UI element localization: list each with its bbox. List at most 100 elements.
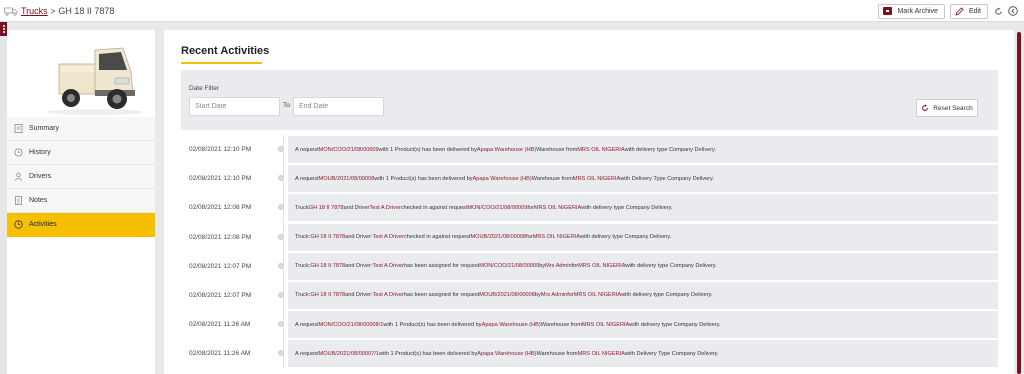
activity-link[interactable]: MON/COO/21/08/00008/1 bbox=[319, 322, 384, 328]
activity-text: Truck: bbox=[295, 263, 311, 270]
activity-link[interactable]: GH 18 II 7878 bbox=[309, 205, 344, 211]
activity-link[interactable]: Test A Driver bbox=[373, 234, 404, 240]
activity-link[interactable]: MRS OIL NIGERIA bbox=[578, 263, 625, 269]
scrollbar[interactable] bbox=[1014, 30, 1024, 374]
activity-link[interactable]: MRS OIL NIGERIA bbox=[533, 234, 580, 240]
menu-dot-icon bbox=[2, 28, 5, 30]
activity-link[interactable]: MRS OIL NIGERIA bbox=[582, 322, 629, 328]
toolbar: Mark Archive Edit bbox=[878, 3, 1018, 19]
sidebar-item-label: History bbox=[29, 149, 51, 156]
breadcrumb-trucks-link[interactable]: Trucks bbox=[21, 6, 48, 16]
sidebar-item-notes[interactable]: Notes bbox=[7, 189, 155, 213]
activity-icon bbox=[13, 220, 23, 230]
activity-link[interactable]: MRS OIL NIGERIA bbox=[574, 292, 621, 298]
activity-link[interactable]: GH 18 II 7878 bbox=[310, 234, 345, 240]
activity-link[interactable]: MOUB/2021/08/00008 bbox=[470, 234, 526, 240]
sidebar-item-drivers[interactable]: Drivers bbox=[7, 165, 155, 189]
sidebar-item-label: Activities bbox=[29, 221, 57, 228]
sidebar-item-history[interactable]: History bbox=[7, 141, 155, 165]
activity-text: A request bbox=[295, 321, 319, 328]
breadcrumb-separator: > bbox=[50, 6, 56, 16]
activity-description: Truck: GH 18 II 7878 and Driver: Test A … bbox=[288, 223, 998, 251]
back-button[interactable] bbox=[1008, 6, 1018, 16]
scrollbar-thumb[interactable] bbox=[1017, 32, 1021, 374]
sidebar-item-activities[interactable]: Activities bbox=[7, 213, 155, 237]
activity-text: checked in against request bbox=[403, 234, 471, 241]
date-filter-box: Date Filter Start Date To End Date Reset… bbox=[181, 70, 998, 130]
activity-text: checked in against request bbox=[400, 204, 468, 211]
timeline-dot-icon bbox=[278, 262, 284, 269]
activity-link[interactable]: MRS OIL NIGERIA bbox=[534, 205, 581, 211]
activity-row: 02/08/2021 11:26 AM A request MON/COO/21/… bbox=[181, 310, 998, 340]
activity-row: 02/08/2021 11:26 AM A request MOUB/2021/0… bbox=[181, 339, 998, 369]
refresh-button[interactable] bbox=[993, 6, 1003, 16]
refresh-icon bbox=[994, 6, 1002, 15]
sidebar-item-summary[interactable]: Summary bbox=[7, 117, 155, 141]
activity-link[interactable]: Test A Driver bbox=[373, 292, 404, 298]
activity-link[interactable]: MRS OIL NIGERIA bbox=[577, 147, 624, 153]
end-date-input[interactable]: End Date bbox=[293, 97, 384, 116]
driver-icon bbox=[13, 172, 23, 182]
activity-link[interactable]: Apapa Warehouse (HB) bbox=[477, 147, 536, 153]
activity-text: Truck: bbox=[295, 234, 311, 241]
activity-date: 02/08/2021 12:07 PM bbox=[189, 262, 252, 270]
activity-text: with 1 Product(s) has been delivered by bbox=[378, 350, 478, 357]
truck-icon bbox=[4, 7, 18, 16]
start-date-input[interactable]: Start Date bbox=[189, 97, 280, 116]
activity-text: and Driver bbox=[343, 204, 370, 211]
mark-archive-button[interactable]: Mark Archive bbox=[878, 3, 945, 19]
timeline-dot-icon bbox=[278, 146, 284, 152]
activity-text: Warehouse from bbox=[540, 321, 582, 328]
main-panel: Recent Activities Date Filter Start Date… bbox=[164, 30, 1014, 374]
activity-link[interactable]: MRS OIL NIGERIA bbox=[573, 176, 620, 182]
top-bar: Trucks > GH 18 II 7878 Mark Archive Edit bbox=[0, 0, 1024, 22]
activity-row: 02/08/2021 12:10 PM A request MOUB/2021/0… bbox=[181, 164, 998, 194]
activity-text: Warehouse from bbox=[536, 146, 578, 153]
edit-button[interactable]: Edit bbox=[949, 3, 988, 19]
activity-link[interactable]: MOUB/2021/08/00008 bbox=[319, 176, 375, 182]
activity-text: with delivery type Company Delivery. bbox=[621, 292, 713, 299]
activity-link[interactable]: Apapa Warehouse (HB) bbox=[473, 176, 532, 182]
activity-link[interactable]: Test A Driver bbox=[369, 205, 400, 211]
activity-date: 02/08/2021 11:26 AM bbox=[189, 350, 251, 358]
activity-link[interactable]: MON/COO/21/08/00009 bbox=[467, 205, 527, 211]
activity-link[interactable]: MOUB/2021/08/00007/1 bbox=[319, 351, 379, 357]
left-strip bbox=[0, 22, 7, 374]
activity-link[interactable]: Test A Driver bbox=[373, 263, 404, 269]
activity-link[interactable]: Mrs Admin bbox=[545, 263, 571, 269]
summary-icon bbox=[13, 124, 23, 134]
activity-link[interactable]: MRS OIL NIGERIA bbox=[578, 351, 625, 357]
activity-link[interactable]: Mrs Admin bbox=[541, 292, 567, 298]
activity-text: A request bbox=[295, 350, 319, 357]
activity-date: 02/08/2021 12:10 PM bbox=[189, 146, 252, 153]
activity-link[interactable]: Apapa Warehouse (HB) bbox=[482, 322, 541, 328]
activity-description: Truck GH 18 II 7878 and Driver Test A Dr… bbox=[288, 194, 998, 222]
activity-description: A request MOUB/2021/08/00008 with 1 Prod… bbox=[288, 165, 998, 193]
activity-row: 02/08/2021 12:10 PM A request MON/COO/21/… bbox=[181, 135, 998, 164]
activity-date: 02/08/2021 12:08 PM bbox=[189, 204, 252, 212]
activity-link[interactable]: GH 18 II 7878 bbox=[310, 263, 345, 269]
activity-text: with delivery type Company Delivery. bbox=[625, 263, 717, 270]
activity-text: with 1 Product(s) has been delivered by bbox=[374, 175, 473, 182]
menu-toggle-button[interactable] bbox=[0, 22, 7, 36]
activity-text: has been assigned for request bbox=[403, 292, 480, 299]
activity-link[interactable]: Apapa Warehouse (HB) bbox=[477, 351, 536, 357]
activity-text: with Delivery Type Company Delivery. bbox=[624, 350, 719, 357]
activity-text: Warehouse from bbox=[531, 175, 573, 182]
activity-link[interactable]: MON/COO/21/08/00009 bbox=[479, 263, 539, 269]
reset-search-button[interactable]: Reset Search bbox=[916, 99, 978, 117]
timeline-dot-icon bbox=[278, 233, 284, 240]
activity-link[interactable]: MOUB/2021/08/00008 bbox=[479, 292, 535, 298]
activity-text: with delivery type Company Delivery. bbox=[581, 204, 673, 211]
activity-row: 02/08/2021 12:08 PM Truck GH 18 II 7878 a… bbox=[181, 193, 998, 223]
activity-date: 02/08/2021 12:10 PM bbox=[189, 175, 252, 183]
activity-link[interactable]: MON/COO/21/08/00009 bbox=[319, 147, 379, 153]
reset-search-label: Reset Search bbox=[933, 104, 973, 112]
date-filter-label: Date Filter bbox=[189, 85, 219, 92]
mark-archive-label: Mark Archive bbox=[897, 7, 938, 15]
menu-dot-icon bbox=[2, 31, 5, 33]
activity-text: with delivery type Company Delivery. bbox=[580, 234, 672, 241]
activity-row: 02/08/2021 12:07 PM Truck: GH 18 II 7878 … bbox=[181, 280, 998, 310]
activity-text: with delivery type Company Delivery. bbox=[624, 146, 716, 153]
activity-link[interactable]: GH 18 II 7878 bbox=[310, 292, 345, 298]
